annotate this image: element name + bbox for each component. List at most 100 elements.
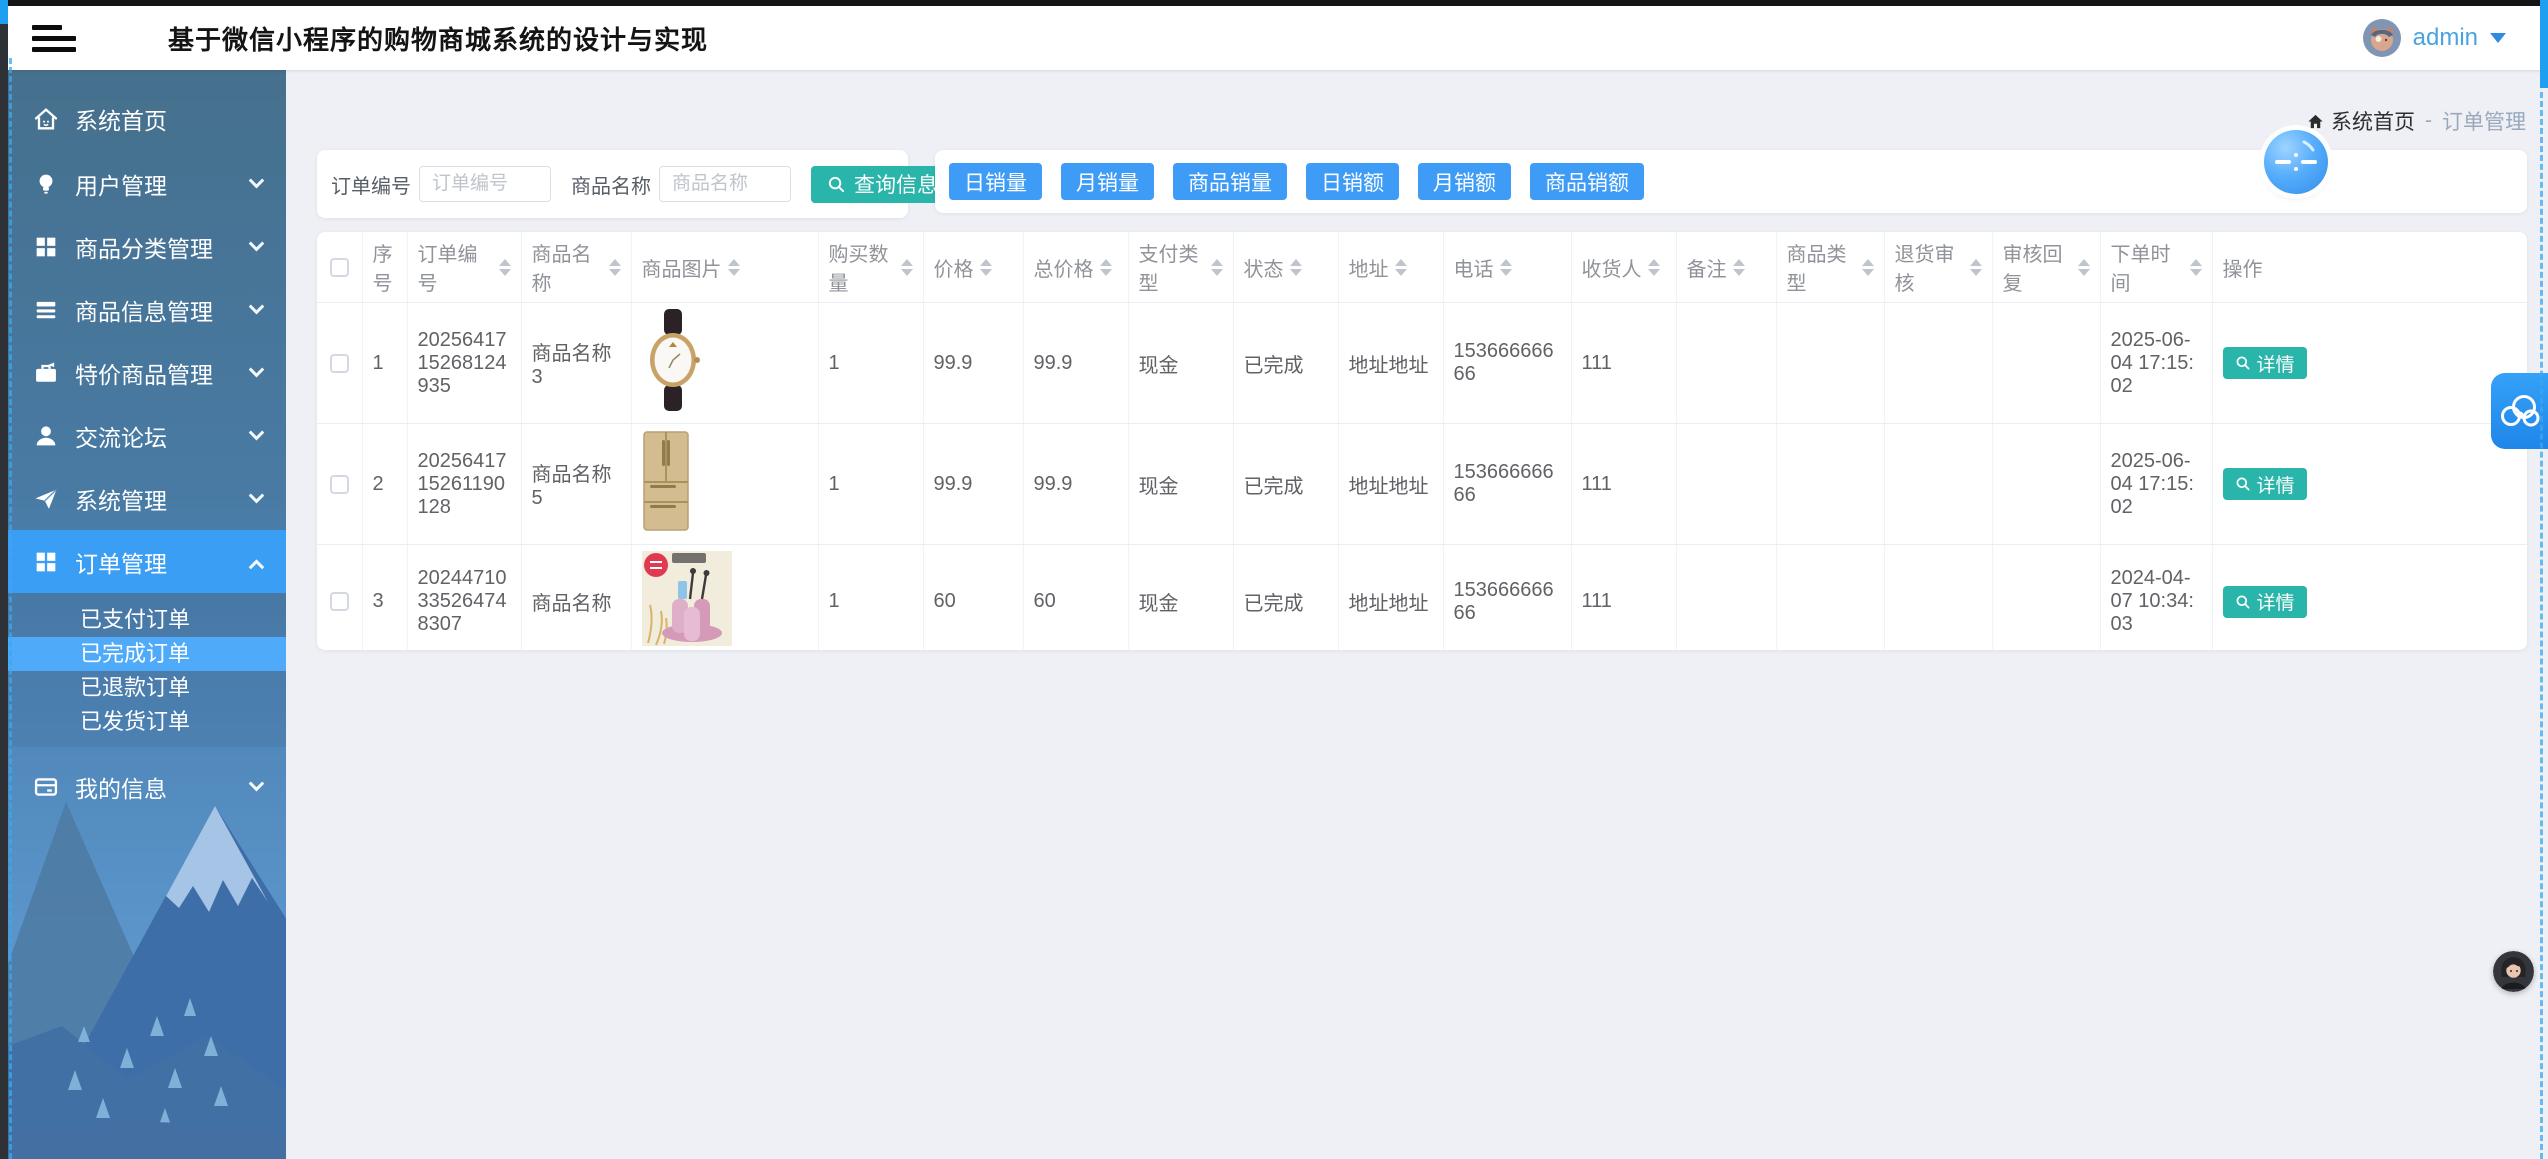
monthly-sales-amount-button[interactable]: 月销额 [1418,163,1511,200]
daily-sales-amount-button[interactable]: 日销额 [1306,163,1399,200]
cell-product-type [1776,424,1884,545]
submenu-item-completed-orders[interactable]: 已完成订单 [8,637,286,671]
sort-icon[interactable] [980,259,992,276]
sort-icon[interactable] [1648,259,1660,276]
detail-button[interactable]: 详情 [2223,347,2307,379]
col-header-pay-type[interactable]: 支付类型 [1128,232,1233,303]
floating-ball-widget[interactable] [2264,130,2328,194]
monthly-sales-count-button[interactable]: 月销量 [1061,163,1154,200]
sort-icon[interactable] [1500,259,1512,276]
username-label[interactable]: admin [2413,24,2478,52]
chevron-down-icon [249,362,265,378]
user-caret-down-icon [2490,33,2506,43]
sort-icon[interactable] [499,259,511,276]
col-header-status[interactable]: 状态 [1233,232,1338,303]
sidebar-item-home[interactable]: 系统首页 [8,86,286,152]
submenu-item-shipped-orders[interactable]: 已发货订单 [8,705,286,739]
sort-icon[interactable] [1970,259,1982,276]
search-icon [2235,476,2251,492]
cell-remark [1676,424,1776,545]
cell-phone: 15366666666 [1443,303,1571,424]
daily-sales-count-button[interactable]: 日销量 [949,163,1042,200]
col-header-product-image[interactable]: 商品图片 [631,232,818,303]
sidebar-item-product-categories[interactable]: 商品分类管理 [8,215,286,278]
sort-icon[interactable] [901,259,913,276]
cell-price: 60 [923,545,1023,651]
home-icon [2306,112,2325,131]
sidebar-item-my-info[interactable]: 我的信息 [8,755,286,818]
search-button[interactable]: 查询信息 [811,166,954,203]
sidebar-item-forum[interactable]: 交流论坛 [8,404,286,467]
col-header-product-type[interactable]: 商品类型 [1776,232,1884,303]
right-scrollbar-thumb[interactable] [2540,0,2548,88]
cell-address: 地址地址 [1338,545,1443,651]
table-row: 2 2025641715261190128 商品名称5 [317,424,2527,545]
submenu-item-paid-orders[interactable]: 已支付订单 [8,603,286,637]
chevron-down-icon [249,425,265,441]
detail-button[interactable]: 详情 [2223,468,2307,500]
sidebar-item-product-info[interactable]: 商品信息管理 [8,278,286,341]
row-checkbox[interactable] [330,592,349,611]
order-no-input[interactable] [419,166,551,202]
table-row: 1 2025641715268124935 商品名称3 [317,303,2527,424]
sort-icon[interactable] [1290,259,1302,276]
orders-submenu: 已支付订单 已完成订单 已退款订单 已发货订单 [8,593,286,747]
cell-order-no: 2025641715261190128 [407,424,521,545]
product-sales-amount-button[interactable]: 商品销额 [1530,163,1644,200]
product-sales-count-button[interactable]: 商品销量 [1173,163,1287,200]
assistant-avatar-float[interactable] [2493,951,2534,992]
cell-pay-type: 现金 [1128,424,1233,545]
orders-table-panel: 序号 订单编号 商品名称 商品图片 购买数量 价格 总价格 支付类型 状态 地址… [317,232,2527,650]
hamburger-menu-icon[interactable] [32,19,76,58]
sort-icon[interactable] [1100,259,1112,276]
cell-receiver: 111 [1571,424,1676,545]
sidebar-item-system[interactable]: 系统管理 [8,467,286,530]
table-row: 3 20244710335264748307 商品名称 [317,545,2527,651]
row-checkbox[interactable] [330,354,349,373]
sort-icon[interactable] [1862,259,1874,276]
sidebar-item-label: 交流论坛 [75,419,167,453]
select-all-checkbox[interactable] [330,258,349,277]
cell-product-name: 商品名称 [521,545,631,651]
col-header-receiver[interactable]: 收货人 [1571,232,1676,303]
cell-order-no: 20244710335264748307 [407,545,521,651]
cell-remark [1676,303,1776,424]
sort-icon[interactable] [1211,259,1223,276]
submenu-item-refunded-orders[interactable]: 已退款订单 [8,671,286,705]
col-header-price[interactable]: 价格 [923,232,1023,303]
sort-icon[interactable] [728,259,740,276]
col-header-total[interactable]: 总价格 [1023,232,1128,303]
user-avatar[interactable] [2363,19,2401,57]
col-header-qty[interactable]: 购买数量 [818,232,923,303]
sort-icon[interactable] [1395,259,1407,276]
sort-icon[interactable] [609,259,621,276]
col-header-order-no[interactable]: 订单编号 [407,232,521,303]
sidebar-item-orders[interactable]: 订单管理 [8,530,286,593]
cell-qty: 1 [818,303,923,424]
sidebar-item-special-products[interactable]: 特价商品管理 [8,341,286,404]
sort-icon[interactable] [2078,259,2090,276]
col-header-remark[interactable]: 备注 [1676,232,1776,303]
col-header-audit-reply[interactable]: 审核回复 [1992,232,2100,303]
sort-icon[interactable] [1733,259,1745,276]
product-name-input[interactable] [659,166,791,202]
sort-icon[interactable] [2190,259,2202,276]
col-header-product-name[interactable]: 商品名称 [521,232,631,303]
cell-status: 已完成 [1233,424,1338,545]
cell-status: 已完成 [1233,545,1338,651]
chevron-down-icon [249,299,265,315]
detail-button[interactable]: 详情 [2223,586,2307,618]
cell-refund-audit [1884,424,1992,545]
row-checkbox[interactable] [330,475,349,494]
sidebar-item-users[interactable]: 用户管理 [8,152,286,215]
app-header: 基于微信小程序的购物商城系统的设计与实现 admin [8,6,2548,70]
col-header-phone[interactable]: 电话 [1443,232,1571,303]
col-header-address[interactable]: 地址 [1338,232,1443,303]
cell-phone: 15366666666 [1443,424,1571,545]
col-header-order-time[interactable]: 下单时间 [2100,232,2212,303]
user-menu[interactable]: admin [2363,6,2506,70]
col-header-refund-audit[interactable]: 退货审核 [1884,232,1992,303]
cell-product-type [1776,545,1884,651]
cell-qty: 1 [818,424,923,545]
sidebar-item-label: 特价商品管理 [75,356,213,390]
